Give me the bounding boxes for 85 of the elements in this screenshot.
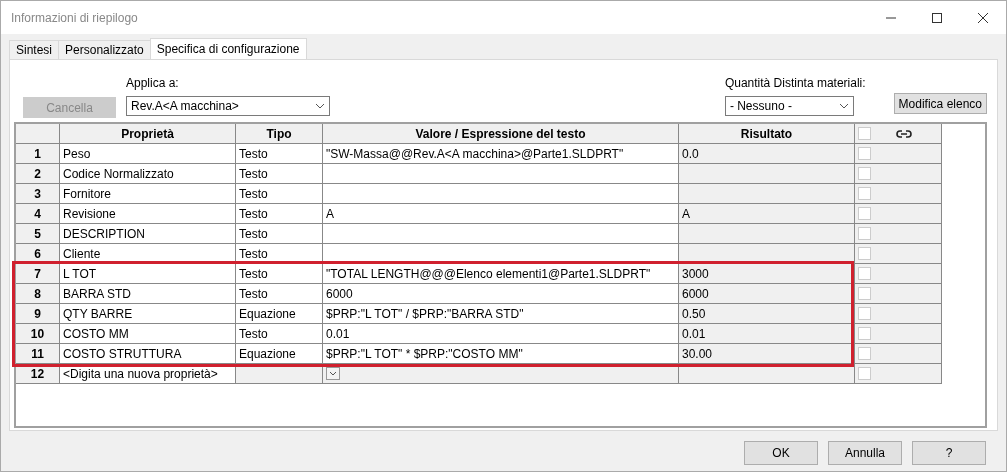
- row-number: 3: [16, 184, 60, 204]
- table-cell: 0.50: [679, 304, 855, 324]
- table-cell: A: [679, 204, 855, 224]
- column-header: Risultato: [679, 124, 855, 144]
- table-cell: Testo: [236, 264, 323, 284]
- checkbox[interactable]: [858, 187, 871, 200]
- table-cell[interactable]: Peso: [60, 144, 236, 164]
- table-cell: 6000: [679, 284, 855, 304]
- table-cell[interactable]: COSTO MM: [60, 324, 236, 344]
- dialog-button[interactable]: Annulla: [828, 441, 902, 465]
- dialog-button[interactable]: ?: [912, 441, 986, 465]
- table-cell[interactable]: 0.01: [323, 324, 679, 344]
- row-number: 4: [16, 204, 60, 224]
- table-cell[interactable]: $PRP:"L TOT" / $PRP:"BARRA STD": [323, 304, 679, 324]
- checkbox[interactable]: [858, 127, 871, 140]
- table-cell[interactable]: QTY BARRE: [60, 304, 236, 324]
- table-cell: Testo: [236, 144, 323, 164]
- close-icon[interactable]: [978, 12, 988, 23]
- field-label: Applica a:: [126, 76, 180, 90]
- row-number: 9: [16, 304, 60, 324]
- table-cell[interactable]: [323, 224, 679, 244]
- row-number: 8: [16, 284, 60, 304]
- table-cell: Testo: [236, 284, 323, 304]
- caret-icon: [315, 103, 325, 109]
- table-cell[interactable]: Codice Normalizzato: [60, 164, 236, 184]
- row-number: 2: [16, 164, 60, 184]
- link-icon: [895, 128, 913, 139]
- edit-list-button[interactable]: Modifica elenco: [893, 93, 987, 114]
- checkbox[interactable]: [858, 167, 871, 180]
- table-cell[interactable]: [323, 184, 679, 204]
- column-header: Tipo: [236, 124, 323, 144]
- checkbox[interactable]: [858, 247, 871, 260]
- tab[interactable]: Sintesi: [9, 40, 60, 59]
- table-cell: Testo: [236, 244, 323, 264]
- table-cell: 0.0: [679, 144, 855, 164]
- checkbox[interactable]: [858, 147, 871, 160]
- table-cell: Testo: [236, 184, 323, 204]
- table-cell: Testo: [236, 164, 323, 184]
- configuration-dropdown[interactable]: Rev.A<A macchina>: [126, 96, 330, 116]
- row-number: 6: [16, 244, 60, 264]
- table-cell[interactable]: L TOT: [60, 264, 236, 284]
- table-cell[interactable]: "TOTAL LENGTH@@@Elenco elementi1@Parte1.SLDPRT": [323, 264, 679, 284]
- table-cell: Testo: [236, 204, 323, 224]
- checkbox[interactable]: [858, 327, 871, 340]
- table-cell[interactable]: Cliente: [60, 244, 236, 264]
- corner-cell: [16, 124, 60, 144]
- column-header: Valore / Espressione del testo: [323, 124, 679, 144]
- checkbox[interactable]: [858, 227, 871, 240]
- table-cell: Equazione: [236, 304, 323, 324]
- quantity-dropdown[interactable]: - Nessuno -: [724, 96, 854, 116]
- table-cell: Equazione: [236, 344, 323, 364]
- row-number: 7: [16, 264, 60, 284]
- row-number: 11: [16, 344, 60, 364]
- table-cell[interactable]: $PRP:"L TOT" * $PRP:"COSTO MM": [323, 344, 679, 364]
- field-label: Quantità Distinta materiali:: [724, 76, 866, 90]
- table-cell: 0.01: [679, 324, 855, 344]
- tab[interactable]: Specifica di configurazione: [149, 38, 307, 59]
- table-cell[interactable]: COSTO STRUTTURA: [60, 344, 236, 364]
- table-cell[interactable]: "SW-Massa@@Rev.A<A macchina>@Parte1.SLDPRT": [323, 144, 679, 164]
- table-cell[interactable]: Revisione: [60, 204, 236, 224]
- table-cell[interactable]: Fornitore: [60, 184, 236, 204]
- table-cell: 30.00: [679, 344, 855, 364]
- checkbox[interactable]: [858, 307, 871, 320]
- table-cell[interactable]: BARRA STD: [60, 284, 236, 304]
- checkbox[interactable]: [858, 287, 871, 300]
- dialog-button[interactable]: OK: [744, 441, 818, 465]
- checkbox[interactable]: [858, 367, 871, 380]
- table-cell: Testo: [236, 324, 323, 344]
- table-cell[interactable]: 6000: [323, 284, 679, 304]
- checkbox[interactable]: [858, 347, 871, 360]
- table-cell[interactable]: DESCRIPTION: [60, 224, 236, 244]
- caret-icon[interactable]: [326, 367, 340, 380]
- row-number: 5: [16, 224, 60, 244]
- maximize-icon[interactable]: [932, 12, 942, 23]
- column-header: Proprietà: [60, 124, 236, 144]
- checkbox[interactable]: [858, 207, 871, 220]
- table-cell[interactable]: [323, 164, 679, 184]
- window-title: Informazioni di riepilogo: [11, 10, 139, 25]
- table-cell: Testo: [236, 224, 323, 244]
- table-cell[interactable]: A: [323, 204, 679, 224]
- caret-icon: [838, 103, 849, 109]
- row-number: 1: [16, 144, 60, 164]
- table-cell: 3000: [679, 264, 855, 284]
- checkbox[interactable]: [858, 267, 871, 280]
- row-number: 10: [16, 324, 60, 344]
